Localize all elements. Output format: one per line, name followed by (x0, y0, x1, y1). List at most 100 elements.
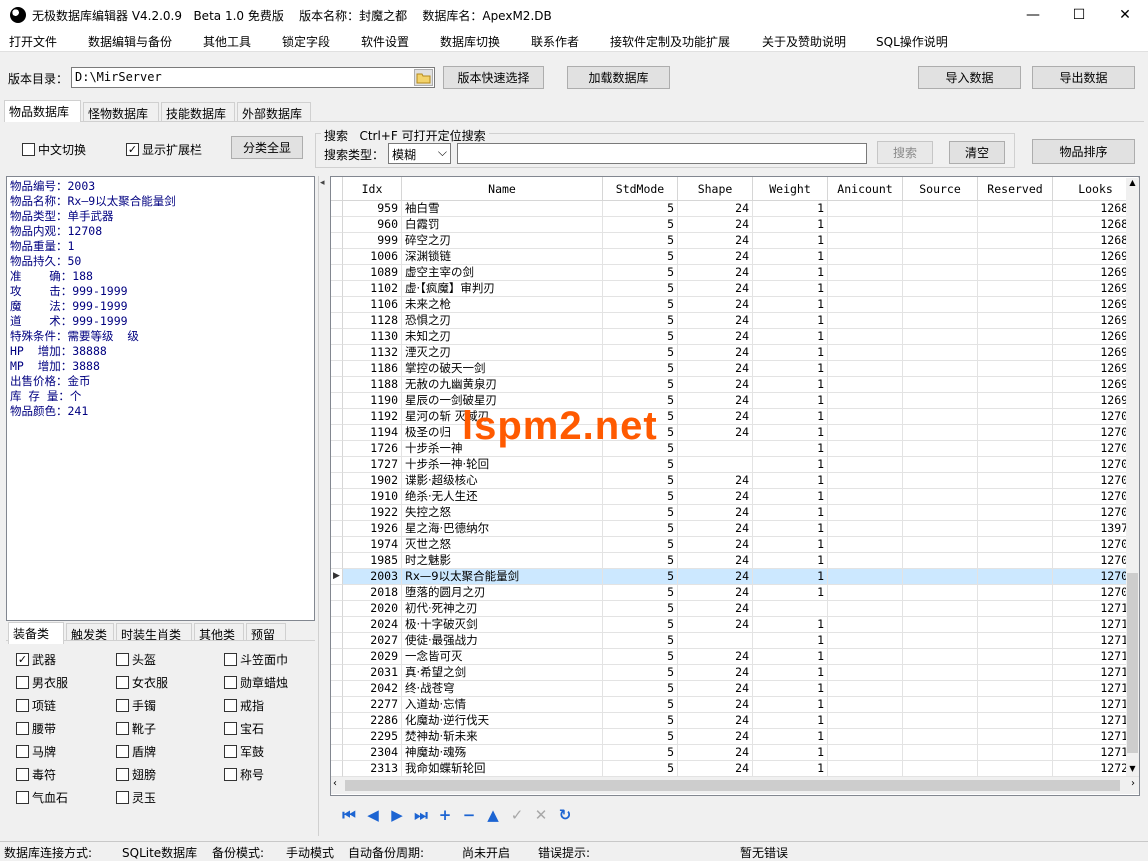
cell-shape[interactable]: 24 (678, 281, 753, 297)
edit-record-icon[interactable]: ▲ (484, 806, 502, 824)
cell-reserved[interactable] (978, 313, 1053, 329)
cell-weight[interactable]: 1 (753, 297, 828, 313)
row-indicator[interactable] (331, 249, 343, 265)
menu-sql-help[interactable]: SQL操作说明 (876, 33, 948, 50)
refresh-icon[interactable]: ↻ (556, 806, 574, 824)
row-indicator[interactable] (331, 697, 343, 713)
cell-idx[interactable]: 2027 (343, 633, 402, 649)
filter-checkbox[interactable]: 头盔 (116, 651, 156, 668)
cell-stdmode[interactable]: 5 (603, 281, 678, 297)
import-data-button[interactable]: 导入数据 (918, 66, 1021, 89)
cell-anicount[interactable] (828, 489, 903, 505)
row-indicator[interactable] (331, 537, 343, 553)
tab-skill-db[interactable]: 技能数据库 (161, 102, 235, 122)
filter-checkbox[interactable]: 盾牌 (116, 743, 156, 760)
filter-checkbox[interactable]: 灵玉 (116, 789, 156, 806)
cell-stdmode[interactable]: 5 (603, 521, 678, 537)
vertical-scrollbar[interactable]: ▲ ▼ (1126, 178, 1139, 776)
cell-source[interactable] (903, 521, 978, 537)
cell-shape[interactable]: 24 (678, 377, 753, 393)
column-header-shape[interactable]: Shape (678, 177, 753, 201)
row-indicator[interactable] (331, 217, 343, 233)
cell-weight[interactable]: 1 (753, 617, 828, 633)
cell-name[interactable]: 星之海·巴德纳尔 (402, 521, 603, 537)
cell-shape[interactable]: 24 (678, 265, 753, 281)
table-row[interactable]: 2020 初代·死神之刃 5 24 12710 (331, 601, 1139, 617)
table-row[interactable]: 1726 十步杀一神 5 1 12702 (331, 441, 1139, 457)
cell-stdmode[interactable]: 5 (603, 441, 678, 457)
filter-checkbox[interactable]: 戒指 (224, 697, 264, 714)
cell-stdmode[interactable]: 5 (603, 249, 678, 265)
cell-stdmode[interactable]: 5 (603, 729, 678, 745)
table-row[interactable]: 1922 失控之怒 5 24 1 12705 (331, 505, 1139, 521)
filter-checkbox[interactable]: 翅膀 (116, 766, 156, 783)
cell-shape[interactable]: 24 (678, 505, 753, 521)
row-indicator[interactable] (331, 409, 343, 425)
cell-name[interactable]: 时之魅影 (402, 553, 603, 569)
cell-idx[interactable]: 2042 (343, 681, 402, 697)
cell-reserved[interactable] (978, 553, 1053, 569)
cell-weight[interactable]: 1 (753, 537, 828, 553)
cell-name[interactable]: 初代·死神之刃 (402, 601, 603, 617)
cell-reserved[interactable] (978, 345, 1053, 361)
column-header-idx[interactable]: Idx (343, 177, 402, 201)
table-row[interactable]: 959 袖白雪 5 24 1 12688 (331, 201, 1139, 217)
cell-name[interactable]: 失控之怒 (402, 505, 603, 521)
row-indicator[interactable] (331, 313, 343, 329)
filter-checkbox[interactable]: 斗笠面巾 (224, 651, 288, 668)
next-record-icon[interactable]: ▶ (388, 806, 406, 824)
cell-stdmode[interactable]: 5 (603, 553, 678, 569)
filter-checkbox[interactable]: 靴子 (116, 720, 156, 737)
cell-name[interactable]: 碎空之刃 (402, 233, 603, 249)
cell-anicount[interactable] (828, 217, 903, 233)
table-row[interactable]: 1186 掌控の破天一剑 5 24 1 12697 (331, 361, 1139, 377)
cell-name[interactable]: 星河の斩 灭域刃 (402, 409, 603, 425)
cell-weight[interactable]: 1 (753, 281, 828, 297)
cell-weight[interactable]: 1 (753, 265, 828, 281)
cell-weight[interactable]: 1 (753, 681, 828, 697)
cell-source[interactable] (903, 313, 978, 329)
cell-source[interactable] (903, 457, 978, 473)
cell-weight[interactable]: 1 (753, 313, 828, 329)
cell-shape[interactable]: 24 (678, 681, 753, 697)
menu-db-switch[interactable]: 数据库切换 (440, 33, 500, 50)
cell-weight[interactable]: 1 (753, 249, 828, 265)
scroll-right-icon[interactable]: › (1131, 778, 1135, 789)
cell-idx[interactable]: 2024 (343, 617, 402, 633)
cell-idx[interactable]: 2020 (343, 601, 402, 617)
cell-reserved[interactable] (978, 233, 1053, 249)
cell-idx[interactable]: 2313 (343, 761, 402, 777)
scroll-down-icon[interactable]: ▼ (1126, 764, 1139, 776)
cell-shape[interactable]: 24 (678, 585, 753, 601)
filter-checkbox[interactable]: 腰带 (16, 720, 56, 737)
cell-anicount[interactable] (828, 601, 903, 617)
cell-stdmode[interactable]: 5 (603, 569, 678, 585)
cell-reserved[interactable] (978, 521, 1053, 537)
row-indicator[interactable] (331, 713, 343, 729)
cell-idx[interactable]: 1194 (343, 425, 402, 441)
column-header-stdmode[interactable]: StdMode (603, 177, 678, 201)
cell-stdmode[interactable]: 5 (603, 425, 678, 441)
cell-anicount[interactable] (828, 457, 903, 473)
filter-checkbox[interactable]: 男衣服 (16, 674, 68, 691)
cell-anicount[interactable] (828, 281, 903, 297)
cell-shape[interactable]: 24 (678, 617, 753, 633)
cell-source[interactable] (903, 345, 978, 361)
cell-name[interactable]: 堕落的圆月之刃 (402, 585, 603, 601)
menu-settings[interactable]: 软件设置 (361, 33, 409, 50)
vertical-scroll-thumb[interactable] (1127, 573, 1138, 753)
search-type-select[interactable]: 模糊 ⌵ (388, 143, 451, 164)
cell-reserved[interactable] (978, 457, 1053, 473)
cell-weight[interactable]: 1 (753, 521, 828, 537)
row-indicator[interactable] (331, 361, 343, 377)
row-indicator[interactable] (331, 521, 343, 537)
cell-stdmode[interactable]: 5 (603, 489, 678, 505)
cell-stdmode[interactable]: 5 (603, 297, 678, 313)
cell-source[interactable] (903, 489, 978, 505)
column-header-reserved[interactable]: Reserved (978, 177, 1053, 201)
cell-reserved[interactable] (978, 761, 1053, 777)
maximize-button[interactable]: ☐ (1056, 0, 1102, 30)
cell-name[interactable]: 终·战苍穹 (402, 681, 603, 697)
cell-name[interactable]: 入道劫·忘情 (402, 697, 603, 713)
tab-monster-db[interactable]: 怪物数据库 (83, 102, 159, 122)
